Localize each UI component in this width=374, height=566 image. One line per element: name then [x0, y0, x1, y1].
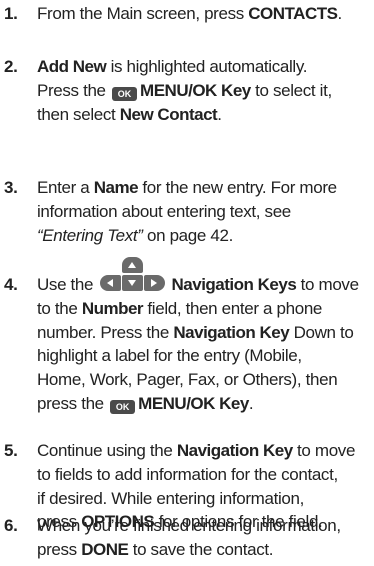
nav-key-right — [143, 275, 165, 291]
text-line: number. Press the Navigation Key Down to — [37, 321, 372, 345]
text-segment: to fields to add information for the con… — [37, 464, 338, 484]
text-line: From the Main screen, press CONTACTS. — [37, 2, 372, 26]
text-line: then select New Contact. — [37, 103, 372, 127]
text-line: Home, Work, Pager, Fax, or Others), then — [37, 368, 372, 392]
text-line: to the Number field, then enter a phone — [37, 297, 372, 321]
bold-term: Add New — [37, 57, 107, 76]
italic-reference: “Entering Text” — [37, 225, 143, 245]
bold-term: Navigation Keys — [171, 275, 297, 294]
text-line: to fields to add information for the con… — [37, 463, 372, 487]
ok-key-icon: OK — [110, 399, 136, 414]
bold-term: MENU/OK Key — [140, 80, 251, 100]
text-segment: to move — [292, 441, 356, 460]
text-segment: . — [337, 4, 342, 23]
text-segment: Use the — [37, 275, 98, 294]
text-line: “Entering Text” on page 42. — [37, 224, 372, 248]
bold-term: Number — [81, 298, 144, 318]
text-segment: is highlighted automatically. — [106, 57, 308, 76]
text-line: information about entering text, see — [37, 200, 372, 224]
text-segment: highlight a label for the entry (Mobile, — [37, 346, 302, 366]
bold-term: Navigation Key — [176, 441, 293, 460]
text-line: press the OK MENU/OK Key. — [37, 392, 372, 416]
step-text: From the Main screen, press CONTACTS. — [37, 2, 372, 26]
text-segment: From the Main screen, press — [37, 4, 249, 23]
text-segment: to select it, — [250, 80, 332, 100]
ok-key-icon: OK — [112, 86, 138, 101]
text-segment: to save the contact. — [128, 539, 274, 559]
text-segment: . — [248, 393, 254, 413]
text-segment: for the new entry. For more — [138, 178, 337, 197]
step-text: Add New is highlighted automatically. Pre… — [37, 55, 372, 126]
step-number: 2. — [4, 57, 18, 76]
text-line: When you’re finished entering informatio… — [37, 514, 372, 538]
text-line: press DONE to save the contact. — [37, 538, 372, 562]
text-line: if desired. While entering information, — [37, 487, 372, 511]
text-segment: information about entering text, see — [37, 201, 291, 221]
step-number: 3. — [4, 178, 18, 197]
text-segment: Press the — [37, 80, 111, 100]
text-segment: then select — [37, 104, 120, 124]
text-segment: field, then enter a phone — [143, 298, 323, 318]
text-line: Add New is highlighted automatically. — [37, 55, 372, 79]
bold-term: MENU/OK Key — [138, 393, 249, 413]
left-arrow-icon — [106, 279, 113, 287]
nav-key-left — [99, 275, 121, 291]
text-segment: . — [217, 104, 222, 124]
up-arrow-icon — [127, 262, 136, 268]
text-segment: Down to — [289, 322, 354, 342]
step-number: 6. — [4, 516, 18, 535]
text-segment: press — [37, 539, 82, 559]
down-arrow-icon — [127, 280, 136, 286]
bold-term: CONTACTS — [248, 4, 338, 23]
step-number: 5. — [4, 441, 18, 460]
step-text: Enter a Name for the new entry. For more… — [37, 176, 372, 247]
text-segment: Continue using the — [37, 441, 177, 460]
text-line: Use the Navigation Keys to move — [37, 257, 372, 297]
bold-term: Navigation Key — [173, 322, 290, 342]
text-segment: on page 42. — [142, 225, 233, 245]
text-line: highlight a label for the entry (Mobile, — [37, 344, 372, 368]
bold-term: DONE — [81, 539, 129, 559]
step-number: 1. — [4, 4, 18, 23]
right-arrow-icon — [150, 279, 157, 287]
text-segment: press the — [37, 393, 109, 413]
text-segment: if desired. While entering information, — [37, 488, 304, 508]
text-segment: to the — [37, 298, 82, 318]
bold-term: New Contact — [119, 104, 218, 124]
nav-key-up — [121, 257, 143, 273]
text-segment: Enter a — [37, 178, 94, 197]
bold-term: Name — [93, 178, 139, 197]
text-line: Enter a Name for the new entry. For more — [37, 176, 372, 200]
step-text: Use the Navigation Keys to move to the Nu… — [37, 257, 372, 416]
text-segment: number. Press the — [37, 322, 174, 342]
text-segment: Home, Work, Pager, Fax, or Others), then — [37, 370, 338, 390]
text-line: Continue using the Navigation Key to mov… — [37, 439, 372, 463]
step-text: When you’re finished entering informatio… — [37, 514, 372, 562]
nav-key-down — [121, 275, 143, 291]
text-segment: to move — [296, 275, 359, 294]
navigation-keys-icon — [99, 257, 166, 291]
text-segment: When you’re finished entering informatio… — [37, 516, 341, 535]
step-number: 4. — [4, 275, 18, 294]
text-line: Press the OK MENU/OK Key to select it, — [37, 79, 372, 103]
